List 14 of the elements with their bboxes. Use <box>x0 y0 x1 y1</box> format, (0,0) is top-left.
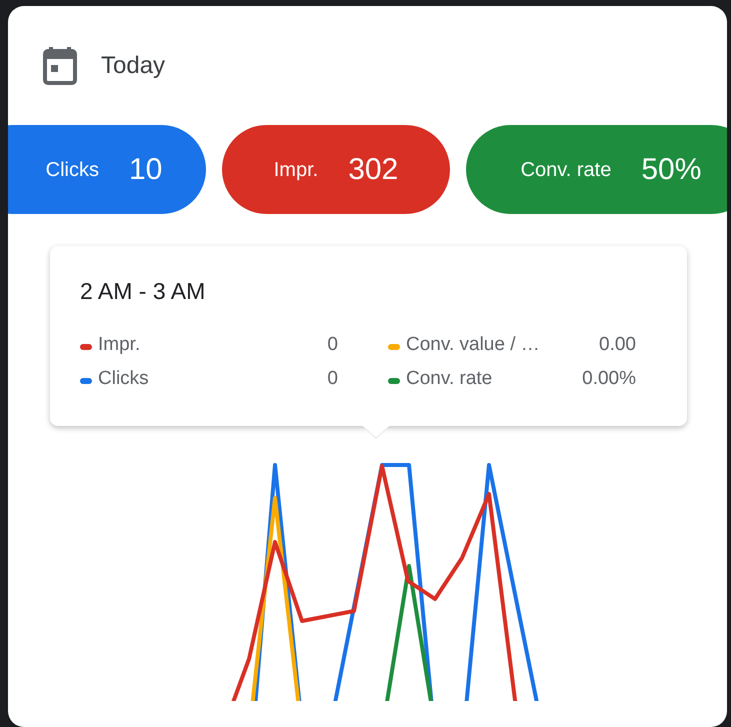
metric-chip[interactable]: Impr. 302 <box>222 125 450 214</box>
metric-chip[interactable]: Conv. rate 50% <box>466 125 727 214</box>
date-range-label[interactable]: Today <box>101 48 166 84</box>
legend-value: 0.00% <box>582 367 636 391</box>
legend-label: Conv. rate <box>406 367 494 391</box>
legend-value: 0.00 <box>599 332 636 356</box>
legend-label: Impr. <box>98 332 142 356</box>
legend-value: 0 <box>327 332 338 356</box>
legend-label: Clicks <box>98 367 150 391</box>
legend-label: Conv. value / … <box>406 332 541 356</box>
tooltip-title: 2 AM - 3 AM <box>80 277 206 306</box>
legend-value: 0 <box>327 367 338 391</box>
calendar-icon <box>43 46 77 84</box>
metric-chip[interactable]: Clicks 10 <box>8 125 206 214</box>
